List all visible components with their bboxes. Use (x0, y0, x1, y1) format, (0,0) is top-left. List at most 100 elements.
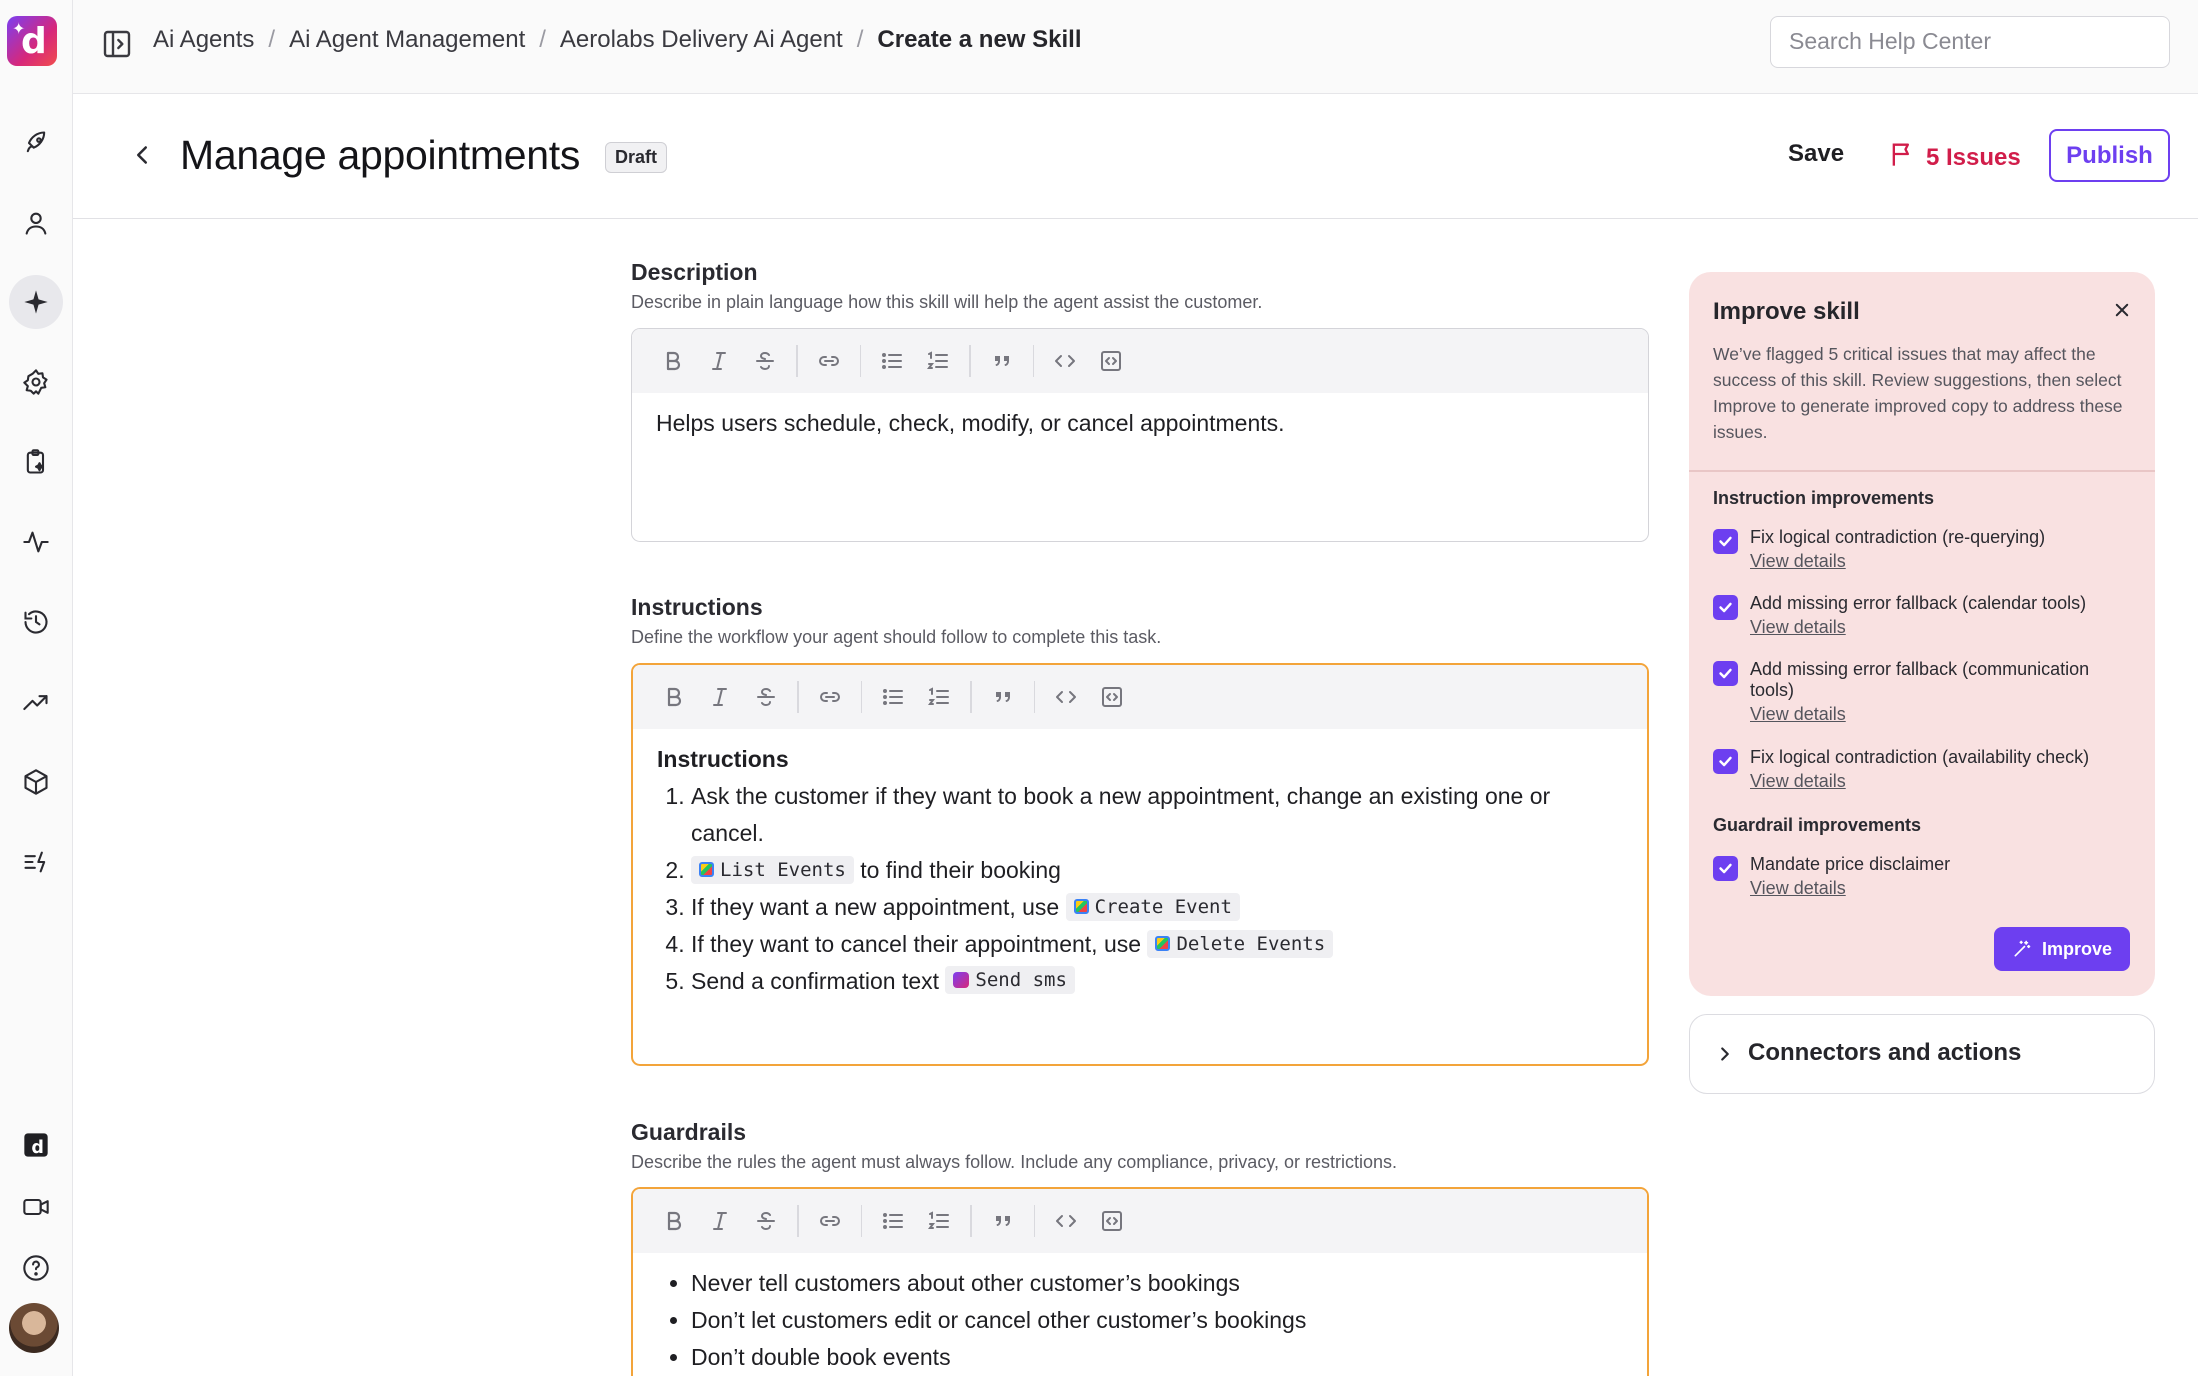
bold-icon[interactable] (651, 677, 697, 717)
avatar[interactable] (9, 1303, 59, 1353)
italic-icon[interactable] (697, 1201, 743, 1241)
improve-button-label: Improve (2041, 938, 2113, 959)
breadcrumb-item-ai-agent-management[interactable]: Ai Agent Management (289, 26, 525, 54)
brand-app-icon[interactable]: d (9, 1118, 63, 1172)
numbered-list-icon[interactable] (916, 677, 962, 717)
code-block-icon[interactable] (1088, 341, 1134, 381)
user-icon[interactable] (9, 196, 63, 250)
description-text[interactable]: Helps users schedule, check, modify, or … (632, 393, 1648, 460)
improvement-item: Fix logical contradiction (availability … (1713, 747, 2133, 803)
logo-letter: d (21, 21, 47, 62)
list-item: Send a confirmation text Send sms (691, 963, 1623, 1000)
code-icon[interactable] (1043, 677, 1089, 717)
bullet-list-icon[interactable] (869, 341, 915, 381)
link-icon[interactable] (807, 1201, 853, 1241)
improvement-item: Add missing error fallback (calendar too… (1713, 593, 2133, 649)
strikethrough-icon[interactable] (742, 341, 788, 381)
link-icon[interactable] (806, 341, 852, 381)
numbered-list-icon[interactable] (916, 1201, 962, 1241)
bullet-list-icon[interactable] (870, 1201, 916, 1241)
help-icon[interactable] (9, 1241, 63, 1295)
improve-skill-panel: Improve skill We’ve flagged 5 critical i… (1689, 272, 2155, 996)
publish-button[interactable]: Publish (2049, 129, 2170, 182)
guardrails-content[interactable]: Never tell customers about other custome… (633, 1253, 1647, 1376)
editor-toolbar (633, 1189, 1647, 1253)
numbered-list-icon[interactable] (915, 341, 961, 381)
toolbar-divider (1032, 345, 1034, 377)
view-details-link[interactable]: View details (1750, 615, 2135, 639)
cube-icon[interactable] (9, 755, 63, 809)
improvement-checkbox[interactable] (1713, 749, 1738, 774)
tool-chip[interactable]: List Events (691, 855, 854, 884)
guardrails-editor[interactable]: Never tell customers about other custome… (631, 1187, 1649, 1376)
connectors-and-actions-accordion[interactable]: Connectors and actions (1689, 1014, 2155, 1094)
link-icon[interactable] (807, 677, 853, 717)
activity-icon[interactable] (9, 515, 63, 569)
close-icon[interactable] (2113, 298, 2131, 326)
toolbar-divider (1033, 1205, 1035, 1237)
breadcrumb-item-ai-agents[interactable]: Ai Agents (153, 26, 254, 54)
tool-chip[interactable]: Delete Events (1147, 929, 1334, 958)
improvement-checkbox[interactable] (1713, 529, 1738, 554)
improvement-item: Add missing error fallback (communicatio… (1713, 659, 2133, 737)
chevron-right-icon (1714, 1043, 1736, 1065)
search-input[interactable]: Search Help Center (1770, 16, 2170, 68)
bold-icon[interactable] (650, 341, 696, 381)
instructions-editor[interactable]: Instructions Ask the customer if they wa… (631, 663, 1649, 1066)
trending-icon[interactable] (9, 675, 63, 729)
tool-chip[interactable]: Create Event (1065, 892, 1240, 921)
tool-chip-label: Create Event (1094, 895, 1232, 918)
view-details-link[interactable]: View details (1750, 702, 2135, 726)
quote-icon[interactable] (979, 341, 1025, 381)
bold-icon[interactable] (651, 1201, 697, 1241)
italic-icon[interactable] (697, 677, 743, 717)
sparkle-icon[interactable] (9, 275, 63, 329)
sidebar-toggle-icon[interactable] (101, 28, 133, 60)
breadcrumb-item-agent[interactable]: Aerolabs Delivery Ai Agent (560, 26, 843, 54)
rocket-icon[interactable] (9, 116, 63, 170)
history-icon[interactable] (9, 595, 63, 649)
list-item: Ask the customer if they want to book a … (691, 778, 1551, 852)
improvement-label: Fix logical contradiction (re-querying) (1750, 527, 2046, 547)
improvement-checkbox[interactable] (1713, 595, 1738, 620)
list-bolt-icon[interactable] (9, 835, 63, 889)
editor-toolbar (632, 329, 1648, 393)
bullet-list-icon[interactable] (870, 677, 916, 717)
code-icon[interactable] (1042, 341, 1088, 381)
view-details-link[interactable]: View details (1750, 769, 2135, 793)
instructions-content[interactable]: Instructions Ask the customer if they wa… (633, 729, 1647, 1018)
status-badge: Draft (605, 142, 668, 173)
code-icon[interactable] (1043, 1201, 1089, 1241)
instructions-label: Instructions (631, 594, 763, 620)
code-block-icon[interactable] (1089, 1201, 1135, 1241)
description-label: Description (631, 259, 758, 285)
video-icon[interactable] (9, 1180, 63, 1234)
improvement-item: Mandate price disclaimer View details (1713, 854, 2133, 910)
back-chevron-icon[interactable] (127, 140, 157, 170)
improvement-checkbox[interactable] (1713, 661, 1738, 686)
issues-button[interactable]: 5 Issues (1888, 140, 2021, 175)
italic-icon[interactable] (696, 341, 742, 381)
list-item: If they want a new appointment, use Crea… (691, 889, 1623, 926)
view-details-link[interactable]: View details (1750, 876, 2135, 900)
improvement-checkbox[interactable] (1713, 856, 1738, 881)
toolbar-divider (970, 681, 972, 713)
save-button[interactable]: Save (1788, 140, 1844, 168)
tool-chip[interactable]: Send sms (945, 966, 1075, 994)
clipboard-sparkle-icon[interactable] (9, 435, 63, 489)
improve-button[interactable]: Improve (1994, 927, 2130, 971)
quote-icon[interactable] (980, 1201, 1026, 1241)
code-block-icon[interactable] (1089, 677, 1135, 717)
list-item: If they want to cancel their appointment… (691, 926, 1623, 963)
gear-icon[interactable] (9, 355, 63, 409)
check-icon (1719, 536, 1732, 547)
view-details-link[interactable]: View details (1750, 549, 2135, 573)
connectors-label: Connectors and actions (1748, 1039, 2022, 1066)
flag-icon (1888, 140, 1916, 175)
strikethrough-icon[interactable] (743, 677, 789, 717)
description-editor[interactable]: Helps users schedule, check, modify, or … (631, 328, 1649, 542)
quote-icon[interactable] (980, 677, 1026, 717)
brand-logo[interactable]: ✦ d (7, 16, 57, 66)
improvement-label: Add missing error fallback (communicatio… (1750, 659, 2090, 700)
strikethrough-icon[interactable] (743, 1201, 789, 1241)
